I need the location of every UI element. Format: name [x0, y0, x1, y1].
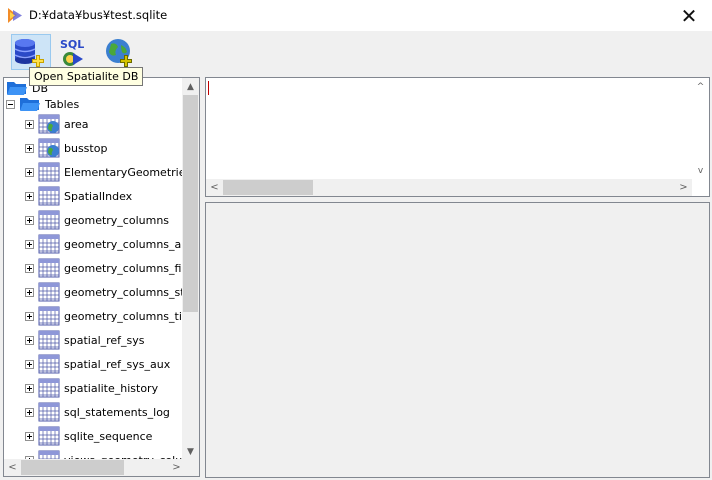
tree-item-label: area	[64, 117, 89, 131]
table-icon	[38, 186, 60, 206]
table-icon	[38, 378, 60, 398]
globe-add-button[interactable]	[98, 34, 138, 70]
spatialite-gui-icon	[8, 8, 22, 23]
expand-toggle-icon[interactable]	[25, 215, 34, 225]
expand-toggle-icon[interactable]	[25, 263, 34, 273]
db-tree[interactable]: DB Tables area busstop ElementaryGeometrie…	[3, 77, 200, 477]
tree-item-label: geometry_columns_statistics	[64, 285, 185, 299]
tree-horizontal-scrollbar[interactable]: < >	[4, 459, 185, 476]
tree-item-table[interactable]: geometry_columns_time	[25, 306, 185, 326]
tree-item-table[interactable]: geometry_columns_field_infos	[25, 258, 185, 278]
scroll-left-icon[interactable]: <	[4, 459, 21, 476]
tree-item-label: spatial_ref_sys	[64, 333, 145, 347]
tree-item-label: sql_statements_log	[64, 405, 170, 419]
sql-run-icon: SQL	[60, 38, 84, 66]
expand-toggle-icon[interactable]	[25, 431, 34, 441]
tree-item-label: SpatialIndex	[64, 189, 133, 203]
close-icon: ✕	[680, 3, 698, 28]
tree-item-table[interactable]: SpatialIndex	[25, 186, 132, 206]
sql-execute-button[interactable]: SQL	[54, 34, 94, 70]
tree-item-table[interactable]: area	[25, 114, 89, 134]
tree-item-table[interactable]: busstop	[25, 138, 107, 158]
scroll-thumb[interactable]	[21, 460, 124, 475]
tree-item-label: geometry_columns_field_infos	[64, 261, 185, 275]
tree-item-table[interactable]: geometry_columns_statistics	[25, 282, 185, 302]
tree-item-table[interactable]: spatial_ref_sys_aux	[25, 354, 170, 374]
close-button[interactable]: ✕	[666, 0, 712, 31]
tree-vertical-scrollbar[interactable]: ▲ ▼	[182, 78, 199, 460]
tree-item-label: geometry_columns_time	[64, 309, 185, 323]
expand-toggle-icon[interactable]	[25, 167, 34, 177]
table-icon	[38, 282, 60, 302]
text-caret	[208, 81, 209, 95]
expand-toggle-icon[interactable]	[25, 191, 34, 201]
tree-content: DB Tables area busstop ElementaryGeometrie…	[4, 78, 185, 460]
expand-toggle-icon[interactable]	[25, 119, 34, 129]
window-title: D:¥data¥bus¥test.sqlite	[29, 8, 168, 22]
scroll-down-icon[interactable]: v	[692, 162, 709, 179]
expand-toggle-icon[interactable]	[25, 239, 34, 249]
expand-toggle-icon[interactable]	[25, 335, 34, 345]
tree-item-label: sqlite_sequence	[64, 429, 153, 443]
tree-item-table[interactable]: ElementaryGeometries	[25, 162, 185, 182]
tree-item-table[interactable]: geometry_columns_auth	[25, 234, 185, 254]
scroll-left-icon[interactable]: <	[206, 179, 223, 196]
table-icon	[38, 330, 60, 350]
tree-item-table[interactable]: spatial_ref_sys	[25, 330, 145, 350]
sql-horizontal-scrollbar[interactable]: < >	[206, 179, 692, 196]
tree-item-table[interactable]: sql_statements_log	[25, 402, 170, 422]
scroll-thumb[interactable]	[183, 95, 198, 312]
table-icon	[38, 306, 60, 326]
scroll-right-icon[interactable]: >	[675, 179, 692, 196]
tree-item-label: spatialite_history	[64, 381, 159, 395]
expand-toggle-icon[interactable]	[25, 143, 34, 153]
tree-item-label: ElementaryGeometries	[64, 165, 185, 179]
result-grid[interactable]	[205, 202, 710, 478]
globe-add-icon	[106, 39, 132, 67]
table-icon	[38, 162, 60, 182]
tooltip-open-spatialite-db: Open Spatialite DB	[29, 67, 144, 86]
tree-item-table[interactable]: sqlite_sequence	[25, 426, 152, 446]
tree-node-tables[interactable]: Tables	[6, 94, 79, 114]
table-icon	[38, 234, 60, 254]
table-icon	[38, 402, 60, 422]
sql-editor[interactable]: ^ v < >	[205, 77, 710, 197]
expand-toggle-icon[interactable]	[25, 311, 34, 321]
open-folder-icon	[20, 98, 40, 111]
tree-item-table[interactable]: geometry_columns	[25, 210, 169, 230]
table-icon	[38, 258, 60, 278]
scroll-down-icon[interactable]: ▼	[182, 443, 199, 460]
table-icon	[38, 426, 60, 446]
scrollbar-corner	[182, 459, 199, 476]
tree-tables-label: Tables	[45, 97, 80, 111]
expand-toggle-icon[interactable]	[25, 383, 34, 393]
tree-item-label: spatial_ref_sys_aux	[64, 357, 171, 371]
tree-item-label: geometry_columns	[64, 213, 170, 227]
scroll-up-icon[interactable]: ▲	[182, 78, 199, 95]
database-add-icon	[14, 39, 44, 67]
scroll-thumb[interactable]	[223, 180, 313, 195]
expand-toggle-icon[interactable]	[25, 287, 34, 297]
sql-vertical-scrollbar[interactable]: ^ v	[692, 78, 709, 179]
geometry-table-icon	[38, 138, 60, 158]
collapse-toggle-icon[interactable]	[6, 99, 15, 109]
title-bar: D:¥data¥bus¥test.sqlite ✕	[0, 0, 712, 32]
geometry-table-icon	[38, 114, 60, 134]
table-icon	[38, 210, 60, 230]
expand-toggle-icon[interactable]	[25, 359, 34, 369]
scroll-up-icon[interactable]: ^	[692, 78, 709, 95]
svg-text:SQL: SQL	[60, 38, 84, 51]
table-icon	[38, 354, 60, 374]
tree-item-table[interactable]: spatialite_history	[25, 378, 158, 398]
open-spatialite-db-button[interactable]	[11, 34, 51, 70]
expand-toggle-icon[interactable]	[25, 407, 34, 417]
tree-item-label: geometry_columns_auth	[64, 237, 185, 251]
tree-item-label: busstop	[64, 141, 108, 155]
